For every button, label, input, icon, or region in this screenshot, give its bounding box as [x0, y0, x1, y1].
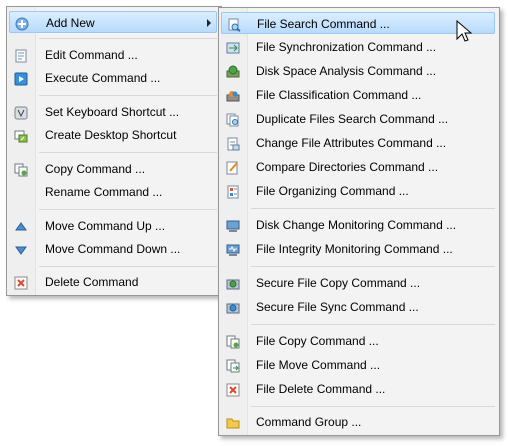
file-sync-icon	[226, 40, 240, 54]
menu-item-edit-command[interactable]: Edit Command ...	[9, 44, 217, 66]
file-move-icon	[226, 358, 240, 373]
submenu-item-secure-file-copy[interactable]: Secure File Copy Command ...	[221, 272, 495, 294]
menu-item-label: Duplicate Files Search Command ...	[256, 112, 449, 126]
copy-icon	[14, 162, 28, 177]
submenu-item-file-delete[interactable]: File Delete Command ...	[221, 378, 495, 400]
file-attributes-icon	[226, 136, 240, 151]
menu-item-label: Create Desktop Shortcut	[45, 128, 177, 142]
menu-separator	[251, 324, 495, 325]
submenu-arrow-icon	[207, 19, 211, 27]
menu-item-move-command-up[interactable]: Move Command Up ...	[9, 215, 217, 237]
folder-icon	[226, 415, 240, 429]
submenu-item-file-organizing[interactable]: File Organizing Command ...	[221, 180, 495, 202]
menu-item-label: File Copy Command ...	[256, 334, 379, 348]
menu-item-label: Compare Directories Command ...	[256, 160, 439, 174]
menu-item-execute-command[interactable]: Execute Command ...	[9, 67, 217, 89]
duplicate-search-icon	[226, 112, 240, 127]
menu-separator	[39, 95, 217, 96]
plus-icon	[15, 16, 29, 31]
file-search-icon	[227, 17, 241, 32]
submenu-item-file-classification[interactable]: File Classification Command ...	[221, 84, 495, 106]
menu-item-label: Edit Command ...	[45, 48, 138, 62]
menu-item-label: Add New	[46, 16, 95, 30]
menu-separator	[39, 38, 217, 39]
menu-item-label: Command Group ...	[256, 415, 362, 429]
menu-separator	[251, 266, 495, 267]
menu-item-label: Disk Space Analysis Command ...	[256, 64, 437, 78]
menu-item-label: Copy Command ...	[45, 162, 146, 176]
menu-separator	[39, 209, 217, 210]
submenu-item-disk-change-monitoring[interactable]: Disk Change Monitoring Command ...	[221, 214, 495, 236]
mouse-cursor-icon	[456, 19, 473, 47]
menu-item-label: File Synchronization Command ...	[256, 40, 437, 54]
delete-icon	[14, 275, 28, 290]
menu-separator	[39, 152, 217, 153]
submenu-item-file-search[interactable]: File Search Command ...	[221, 12, 495, 34]
menu-item-label: File Delete Command ...	[256, 382, 386, 396]
menu-item-label: Set Keyboard Shortcut ...	[45, 105, 180, 119]
menu-separator	[39, 266, 217, 267]
triangle-up-icon	[14, 219, 28, 233]
integrity-monitor-icon	[226, 242, 240, 256]
compare-dirs-icon	[226, 160, 240, 175]
menu-separator	[251, 406, 495, 407]
keyboard-icon	[14, 105, 28, 120]
file-classification-icon	[226, 88, 240, 102]
submenu-item-duplicate-files-search[interactable]: Duplicate Files Search Command ...	[221, 108, 495, 130]
menu-item-label: File Integrity Monitoring Command ...	[256, 242, 453, 256]
submenu-item-file-copy[interactable]: File Copy Command ...	[221, 330, 495, 352]
menu-item-label: Move Command Up ...	[45, 219, 166, 233]
file-copy-icon	[226, 334, 240, 349]
menu-item-label: Move Command Down ...	[45, 242, 181, 256]
menu-item-label: File Classification Command ...	[256, 88, 422, 102]
submenu-item-change-file-attributes[interactable]: Change File Attributes Command ...	[221, 132, 495, 154]
add-new-submenu: File Search Command ... File Synchroniza…	[218, 7, 500, 436]
menu-item-label: Disk Change Monitoring Command ...	[256, 218, 457, 232]
menu-separator	[251, 208, 495, 209]
submenu-item-disk-space-analysis[interactable]: Disk Space Analysis Command ...	[221, 60, 495, 82]
menu-item-label: File Search Command ...	[257, 17, 390, 31]
menu-item-label: Change File Attributes Command ...	[256, 136, 447, 150]
menu-item-label: File Move Command ...	[256, 358, 381, 372]
submenu-item-secure-file-sync[interactable]: Secure File Sync Command ...	[221, 296, 495, 318]
disk-monitor-icon	[226, 218, 240, 232]
menu-item-rename-command[interactable]: Rename Command ...	[9, 181, 217, 203]
secure-copy-icon	[226, 276, 240, 290]
menu-item-label: Delete Command	[45, 275, 139, 289]
disk-space-icon	[226, 64, 240, 78]
submenu-item-file-synchronization[interactable]: File Synchronization Command ...	[221, 36, 495, 58]
submenu-item-file-move[interactable]: File Move Command ...	[221, 354, 495, 376]
menu-item-label: Execute Command ...	[45, 71, 161, 85]
menu-item-set-keyboard-shortcut[interactable]: Set Keyboard Shortcut ...	[9, 101, 217, 123]
play-icon	[14, 71, 28, 86]
menu-item-label: File Organizing Command ...	[256, 184, 409, 198]
submenu-item-command-group[interactable]: Command Group ...	[221, 411, 495, 433]
triangle-down-icon	[14, 242, 28, 256]
file-delete-icon	[226, 382, 240, 397]
menu-item-delete-command[interactable]: Delete Command	[9, 271, 217, 293]
desktop-shortcut-icon	[14, 128, 28, 143]
menu-item-move-command-down[interactable]: Move Command Down ...	[9, 238, 217, 260]
edit-icon	[14, 48, 28, 63]
menu-item-label: Secure File Copy Command ...	[256, 276, 421, 290]
menu-item-create-desktop-shortcut[interactable]: Create Desktop Shortcut	[9, 124, 217, 146]
menu-item-copy-command[interactable]: Copy Command ...	[9, 158, 217, 180]
menu-item-label: Secure File Sync Command ...	[256, 300, 419, 314]
menu-item-add-new[interactable]: Add New	[9, 11, 217, 33]
menu-item-label: Rename Command ...	[45, 185, 163, 199]
submenu-item-file-integrity-monitoring[interactable]: File Integrity Monitoring Command ...	[221, 238, 495, 260]
context-menu: Add New Edit Command ... Execute Command…	[6, 6, 222, 296]
file-organize-icon	[226, 184, 240, 199]
secure-sync-icon	[226, 300, 240, 314]
submenu-item-compare-directories[interactable]: Compare Directories Command ...	[221, 156, 495, 178]
